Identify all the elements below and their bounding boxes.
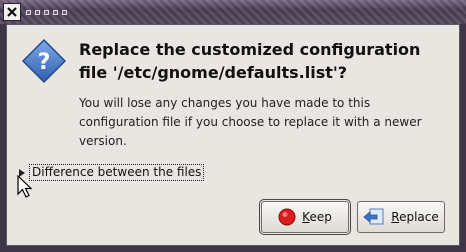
- dialog-title: Replace the customized configuration fil…: [79, 40, 421, 82]
- difference-expander[interactable]: Difference between the files: [19, 164, 205, 181]
- replace-icon: [363, 208, 384, 225]
- titlebar-decoration: [26, 10, 67, 15]
- stop-icon: [278, 208, 296, 226]
- window-frame-bottom: [0, 246, 466, 252]
- replace-button-label: Replace: [391, 210, 439, 224]
- close-button[interactable]: [3, 3, 21, 21]
- close-icon: [7, 7, 17, 17]
- window-frame-right: [460, 24, 466, 252]
- replace-button[interactable]: Replace: [357, 201, 445, 233]
- svg-text:?: ?: [38, 50, 51, 75]
- window-titlebar[interactable]: [0, 0, 466, 24]
- replace-config-dialog: ? Replace the customized configuration f…: [6, 24, 460, 246]
- question-icon: ?: [21, 38, 67, 84]
- keep-button[interactable]: Keep: [259, 199, 351, 235]
- keep-button-label: Keep: [302, 210, 332, 224]
- mouse-pointer-icon: [17, 175, 33, 198]
- expander-label: Difference between the files: [29, 164, 205, 181]
- dialog-message: You will lose any changes you have made …: [79, 96, 422, 148]
